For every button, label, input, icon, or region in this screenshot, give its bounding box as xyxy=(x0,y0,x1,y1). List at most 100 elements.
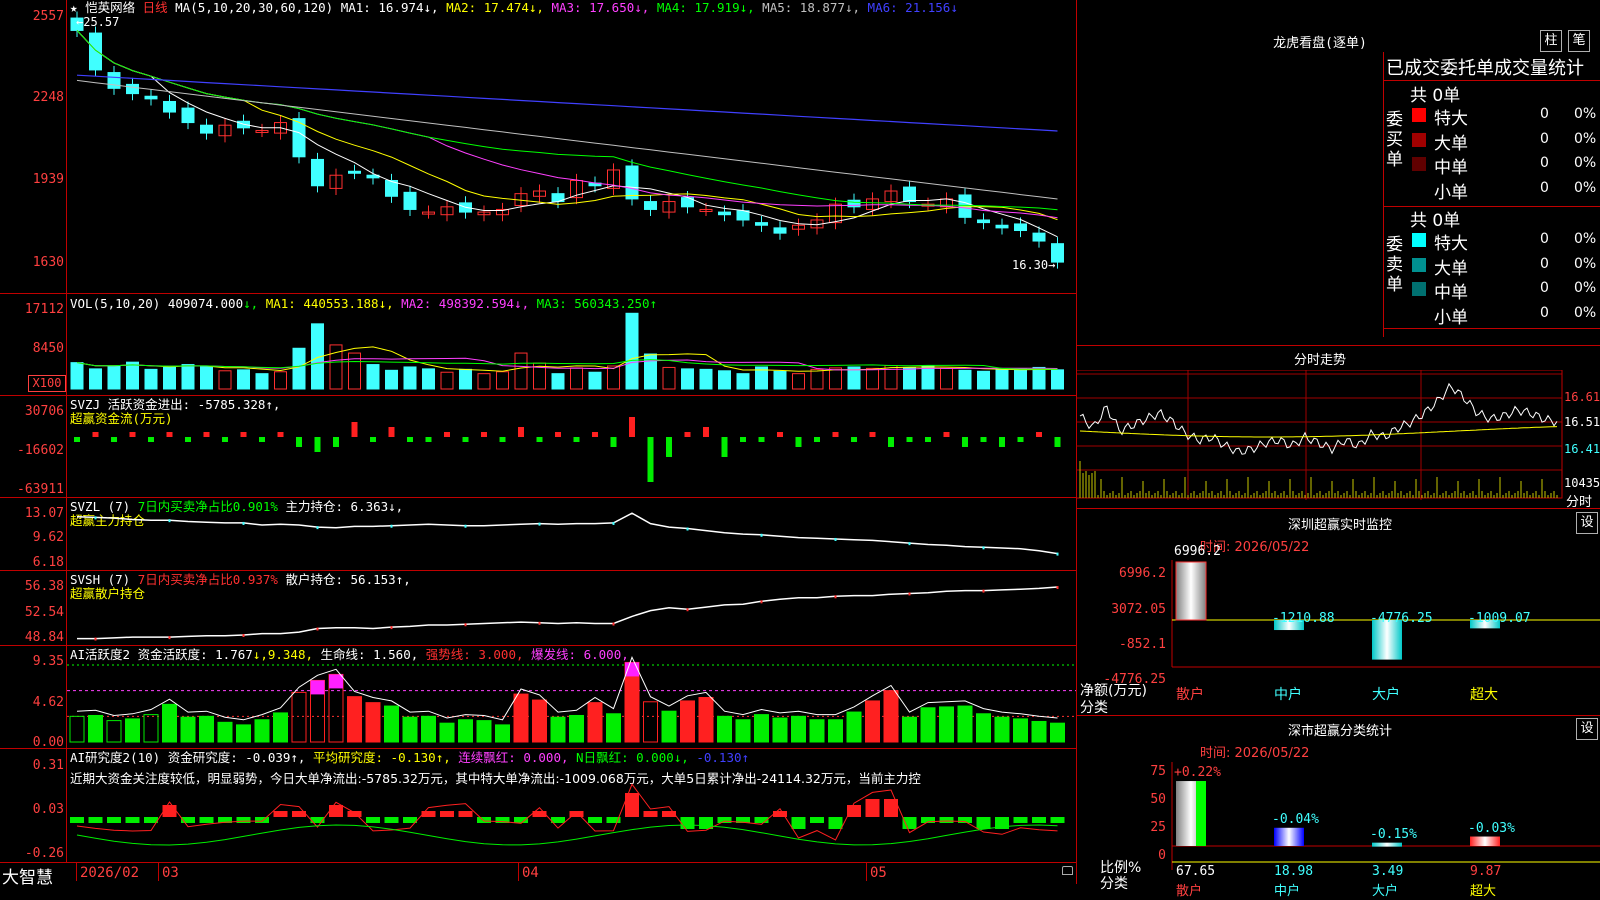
legend-swatch xyxy=(1412,282,1426,296)
research-chart[interactable] xyxy=(67,749,1076,862)
candle-body xyxy=(403,191,417,210)
flow-bar xyxy=(943,432,950,437)
flow-bar xyxy=(444,432,450,437)
volume-bar xyxy=(866,367,879,390)
order-type-label: 大单 xyxy=(1434,133,1468,154)
flow-bar xyxy=(277,432,284,437)
fenshi-y-tick-0: 16.61 xyxy=(1564,390,1600,404)
net-amount-label: -1009.07 xyxy=(1468,611,1531,626)
order-count: 0 xyxy=(1540,280,1549,296)
ratio-value-label: 18.98 xyxy=(1274,864,1314,879)
ratio-change-label: +0.22% xyxy=(1174,765,1221,781)
flow-bar xyxy=(1036,432,1042,437)
fund-flow-chart[interactable] xyxy=(67,396,1076,497)
activity-bar xyxy=(661,710,677,743)
main-y-tick-3: 1630 xyxy=(32,255,64,270)
retail-holding-chart[interactable] xyxy=(67,571,1076,645)
volume-bar xyxy=(1032,366,1046,390)
activity-bar xyxy=(569,714,584,743)
activity-bar xyxy=(162,703,177,743)
ai2-y-tick-1: 0.03 xyxy=(32,802,64,817)
candle-body xyxy=(995,224,1009,229)
bar-mode-button[interactable]: 柱 xyxy=(1540,30,1562,52)
main-holding-chart[interactable] xyxy=(67,498,1076,570)
activity-bar xyxy=(587,702,603,743)
order-percent: 0% xyxy=(1574,255,1597,272)
holding-tick xyxy=(464,524,467,528)
activity-bar xyxy=(365,702,381,743)
holding-tick xyxy=(760,533,763,537)
activity-bar xyxy=(384,705,399,743)
date-label: 03 xyxy=(162,865,179,881)
flow-bar xyxy=(666,437,672,457)
volume-bar xyxy=(181,364,195,390)
intraday-chart[interactable] xyxy=(1076,370,1600,508)
ratio-value-label: 3.49 xyxy=(1372,864,1404,879)
ratio-value-label: 67.65 xyxy=(1176,864,1216,879)
candle-body xyxy=(200,124,213,134)
category-label: 大户 xyxy=(1372,884,1399,899)
research-bar xyxy=(107,817,121,823)
classify-settings-button[interactable]: 设 xyxy=(1576,718,1598,740)
activity-chart[interactable] xyxy=(67,646,1076,748)
holding-tick xyxy=(316,627,319,631)
activity-bar xyxy=(347,696,362,743)
fenshi-y-tick-2: 16.41 xyxy=(1564,442,1600,456)
activity-bar xyxy=(421,715,436,743)
activity-bar xyxy=(828,719,843,743)
monitor-xlabel: 分类 xyxy=(1080,700,1108,716)
research-bar xyxy=(162,805,177,817)
holding-tick xyxy=(760,600,763,604)
volume-bar xyxy=(662,366,676,390)
flow-bar xyxy=(906,437,913,442)
tick-mode-button[interactable]: 笔 xyxy=(1568,30,1590,52)
research-bar xyxy=(199,817,214,823)
order-count: 0 xyxy=(1540,106,1549,122)
flow-bar xyxy=(314,437,321,452)
order-count: 0 xyxy=(1540,231,1549,247)
holding-tick xyxy=(834,595,837,599)
volume-bar xyxy=(1051,369,1064,390)
research-bar xyxy=(514,817,528,823)
activity-bar xyxy=(550,716,566,743)
candlestick-chart[interactable] xyxy=(67,0,1076,293)
flow-bar xyxy=(166,432,173,437)
lock-icon[interactable] xyxy=(1062,866,1073,875)
research-bar xyxy=(976,817,991,829)
volume-bar xyxy=(681,368,694,390)
volume-bar xyxy=(921,365,935,390)
candle-body xyxy=(977,219,990,224)
order-type-label: 中单 xyxy=(1434,158,1468,178)
category-label: 大户 xyxy=(1372,687,1400,703)
flow-bar xyxy=(111,437,117,442)
volume-bar xyxy=(625,312,639,390)
activity-bar xyxy=(643,701,658,743)
order-percent: 0% xyxy=(1574,304,1597,321)
volume-bar xyxy=(829,367,842,390)
volume-bar xyxy=(255,373,269,390)
research-bar xyxy=(458,811,473,817)
flow-bar xyxy=(610,437,617,447)
category-label: 中户 xyxy=(1274,884,1301,899)
flow-bar xyxy=(869,432,876,437)
flow-bar xyxy=(573,437,580,442)
candle-body xyxy=(718,211,731,216)
volume-chart[interactable] xyxy=(67,294,1076,395)
flow-bar xyxy=(740,437,746,442)
order-percent: 0% xyxy=(1574,106,1597,122)
activity-bar xyxy=(495,724,510,743)
legend-swatch xyxy=(1412,233,1426,247)
lhb-title: 龙虎看盘(逐单) xyxy=(1273,36,1367,51)
ratio-bar xyxy=(1274,827,1304,846)
monitor-settings-button[interactable]: 设 xyxy=(1576,512,1598,534)
flow-bar xyxy=(74,437,80,442)
activity-bar xyxy=(125,718,140,743)
classify-xlabel: 分类 xyxy=(1100,876,1128,892)
flow-bar xyxy=(814,437,820,442)
flow-bar xyxy=(647,437,654,482)
holding-tick xyxy=(390,626,393,630)
candle-body xyxy=(903,186,916,203)
research-bar xyxy=(329,805,343,817)
vol-unit-button[interactable]: X100 xyxy=(28,375,66,392)
activity-bar xyxy=(976,713,991,743)
